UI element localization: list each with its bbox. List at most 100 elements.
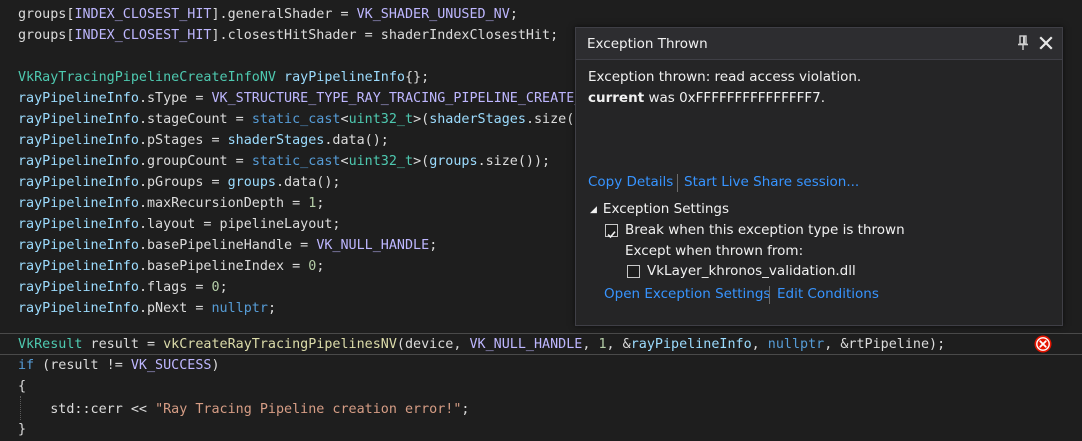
open-exception-settings-link[interactable]: Open Exception Settings bbox=[604, 286, 770, 302]
module-checkbox-label[interactable]: VkLayer_khronos_validation.dll bbox=[647, 263, 856, 279]
popup-header: Exception Thrown bbox=[576, 28, 1062, 60]
code-token: nullptr bbox=[211, 301, 268, 316]
code-token: uint32_t bbox=[348, 154, 414, 169]
exception-detail: current was 0xFFFFFFFFFFFFFFF7. bbox=[588, 90, 825, 106]
error-icon[interactable] bbox=[1034, 335, 1052, 353]
module-checkbox[interactable] bbox=[627, 265, 640, 278]
code-line: if (result != VK_SUCCESS) bbox=[18, 355, 220, 376]
code-line: rayPipelineInfo.basePipelineIndex = 0; bbox=[18, 256, 324, 277]
code-token: rayPipelineInfo bbox=[284, 70, 405, 85]
pin-icon[interactable] bbox=[1016, 35, 1030, 51]
code-token: ; bbox=[219, 280, 228, 295]
popup-title: Exception Thrown bbox=[587, 36, 708, 52]
code-token: if bbox=[18, 358, 35, 373]
code-token: static_cast bbox=[251, 154, 341, 169]
indent-guide bbox=[20, 396, 21, 420]
code-token: INDEX_CLOSEST_HIT bbox=[74, 28, 212, 43]
code-token: rayPipelineInfo bbox=[630, 337, 752, 352]
code-token: .groupCount = bbox=[138, 154, 252, 169]
variable-value: was 0xFFFFFFFFFFFFFFF7. bbox=[644, 90, 826, 106]
copy-details-link[interactable]: Copy Details bbox=[588, 174, 673, 190]
code-token: result = bbox=[82, 337, 164, 352]
code-token: } bbox=[18, 422, 27, 437]
link-separator bbox=[677, 174, 678, 192]
code-token: shaderStages bbox=[429, 112, 526, 127]
code-token: .pNext = bbox=[138, 301, 212, 316]
code-token: (result != bbox=[34, 358, 131, 373]
code-token: .data(); bbox=[324, 133, 389, 148]
code-token: rayPipelineInfo bbox=[18, 280, 139, 295]
code-token: rayPipelineInfo bbox=[18, 154, 139, 169]
collapse-triangle-icon[interactable]: ◢ bbox=[590, 205, 597, 215]
code-token: .flags = bbox=[138, 280, 212, 295]
code-token: , & bbox=[606, 337, 631, 352]
code-token: .layout = pipelineLayout; bbox=[138, 217, 341, 232]
code-line: rayPipelineInfo.maxRecursionDepth = 1; bbox=[18, 193, 324, 214]
code-token: rayPipelineInfo bbox=[18, 112, 139, 127]
code-token: .basePipelineIndex = bbox=[138, 259, 309, 274]
close-icon[interactable] bbox=[1038, 35, 1054, 51]
code-token: , bbox=[582, 337, 599, 352]
code-token: < bbox=[340, 154, 349, 169]
code-token: groups[ bbox=[18, 7, 75, 22]
code-token: .pStages = bbox=[138, 133, 228, 148]
code-token: ; bbox=[429, 238, 438, 253]
code-token: VkResult bbox=[18, 337, 83, 352]
code-token: {}; bbox=[404, 70, 430, 85]
live-share-link[interactable]: Start Live Share session... bbox=[684, 174, 859, 190]
code-token: (device, bbox=[396, 337, 470, 352]
code-token: rayPipelineInfo bbox=[18, 175, 139, 190]
code-token: ) bbox=[211, 358, 220, 373]
code-line: rayPipelineInfo.basePipelineHandle = VK_… bbox=[18, 235, 437, 256]
exception-popup: Exception Thrown Exception thrown: read … bbox=[575, 27, 1063, 326]
code-token: .basePipelineHandle = bbox=[138, 238, 317, 253]
exception-settings-title: Exception Settings bbox=[602, 201, 730, 217]
exception-settings-header[interactable]: ◢ Exception Settings bbox=[590, 201, 729, 217]
code-token: nullptr bbox=[767, 337, 825, 352]
code-line: std::cerr << "Ray Tracing Pipeline creat… bbox=[18, 399, 469, 420]
code-token: ].generalShader = bbox=[211, 7, 357, 22]
code-token: std::cerr << bbox=[18, 402, 156, 417]
code-token: VK_SUCCESS bbox=[130, 358, 212, 373]
check-icon bbox=[607, 231, 616, 239]
code-token: { bbox=[18, 379, 27, 394]
code-token: uint32_t bbox=[348, 112, 414, 127]
code-token: ; bbox=[461, 402, 470, 417]
code-line: VkResult result = vkCreateRayTracingPipe… bbox=[18, 334, 945, 355]
code-token: VkRayTracingPipelineCreateInfoNV bbox=[18, 70, 276, 85]
code-token: INDEX_CLOSEST_HIT bbox=[74, 7, 212, 22]
edit-conditions-link[interactable]: Edit Conditions bbox=[777, 286, 879, 302]
break-checkbox[interactable] bbox=[605, 224, 618, 239]
code-token: ; bbox=[316, 196, 325, 211]
code-token: 1 bbox=[598, 337, 607, 352]
link-separator bbox=[769, 286, 770, 304]
code-token: .sType = bbox=[138, 91, 212, 106]
code-token: rayPipelineInfo bbox=[18, 217, 139, 232]
code-token: groups bbox=[429, 154, 478, 169]
code-line: rayPipelineInfo.stageCount = static_cast… bbox=[18, 109, 599, 130]
code-token: >( bbox=[413, 112, 430, 127]
exception-message: Exception thrown: read access violation. bbox=[588, 69, 862, 85]
code-token: VK_NULL_HANDLE bbox=[469, 337, 583, 352]
code-token: static_cast bbox=[251, 112, 341, 127]
code-line: rayPipelineInfo.layout = pipelineLayout; bbox=[18, 214, 340, 235]
code-line: rayPipelineInfo.pGroups = groups.data(); bbox=[18, 172, 341, 193]
code-token: rayPipelineInfo bbox=[18, 196, 139, 211]
code-token: ].closestHitShader = shaderIndexClosestH… bbox=[211, 28, 559, 43]
code-line: rayPipelineInfo.pNext = nullptr; bbox=[18, 298, 276, 319]
except-label: Except when thrown from: bbox=[625, 243, 804, 259]
code-token: "Ray Tracing Pipeline creation error!" bbox=[155, 402, 462, 417]
code-token: , &rtPipeline); bbox=[824, 337, 946, 352]
break-checkbox-label[interactable]: Break when this exception type is thrown bbox=[625, 222, 905, 238]
code-token: .stageCount = bbox=[138, 112, 252, 127]
code-token: VK_SHADER_UNUSED_NV bbox=[356, 7, 510, 22]
code-line: groups[INDEX_CLOSEST_HIT].generalShader … bbox=[18, 4, 518, 25]
code-line: VkRayTracingPipelineCreateInfoNV rayPipe… bbox=[18, 67, 429, 88]
code-line: { bbox=[18, 376, 26, 397]
code-token: 0 bbox=[211, 280, 220, 295]
code-token: rayPipelineInfo bbox=[18, 259, 139, 274]
code-token: rayPipelineInfo bbox=[18, 133, 139, 148]
code-token: ; bbox=[316, 259, 325, 274]
code-token: rayPipelineInfo bbox=[18, 301, 139, 316]
